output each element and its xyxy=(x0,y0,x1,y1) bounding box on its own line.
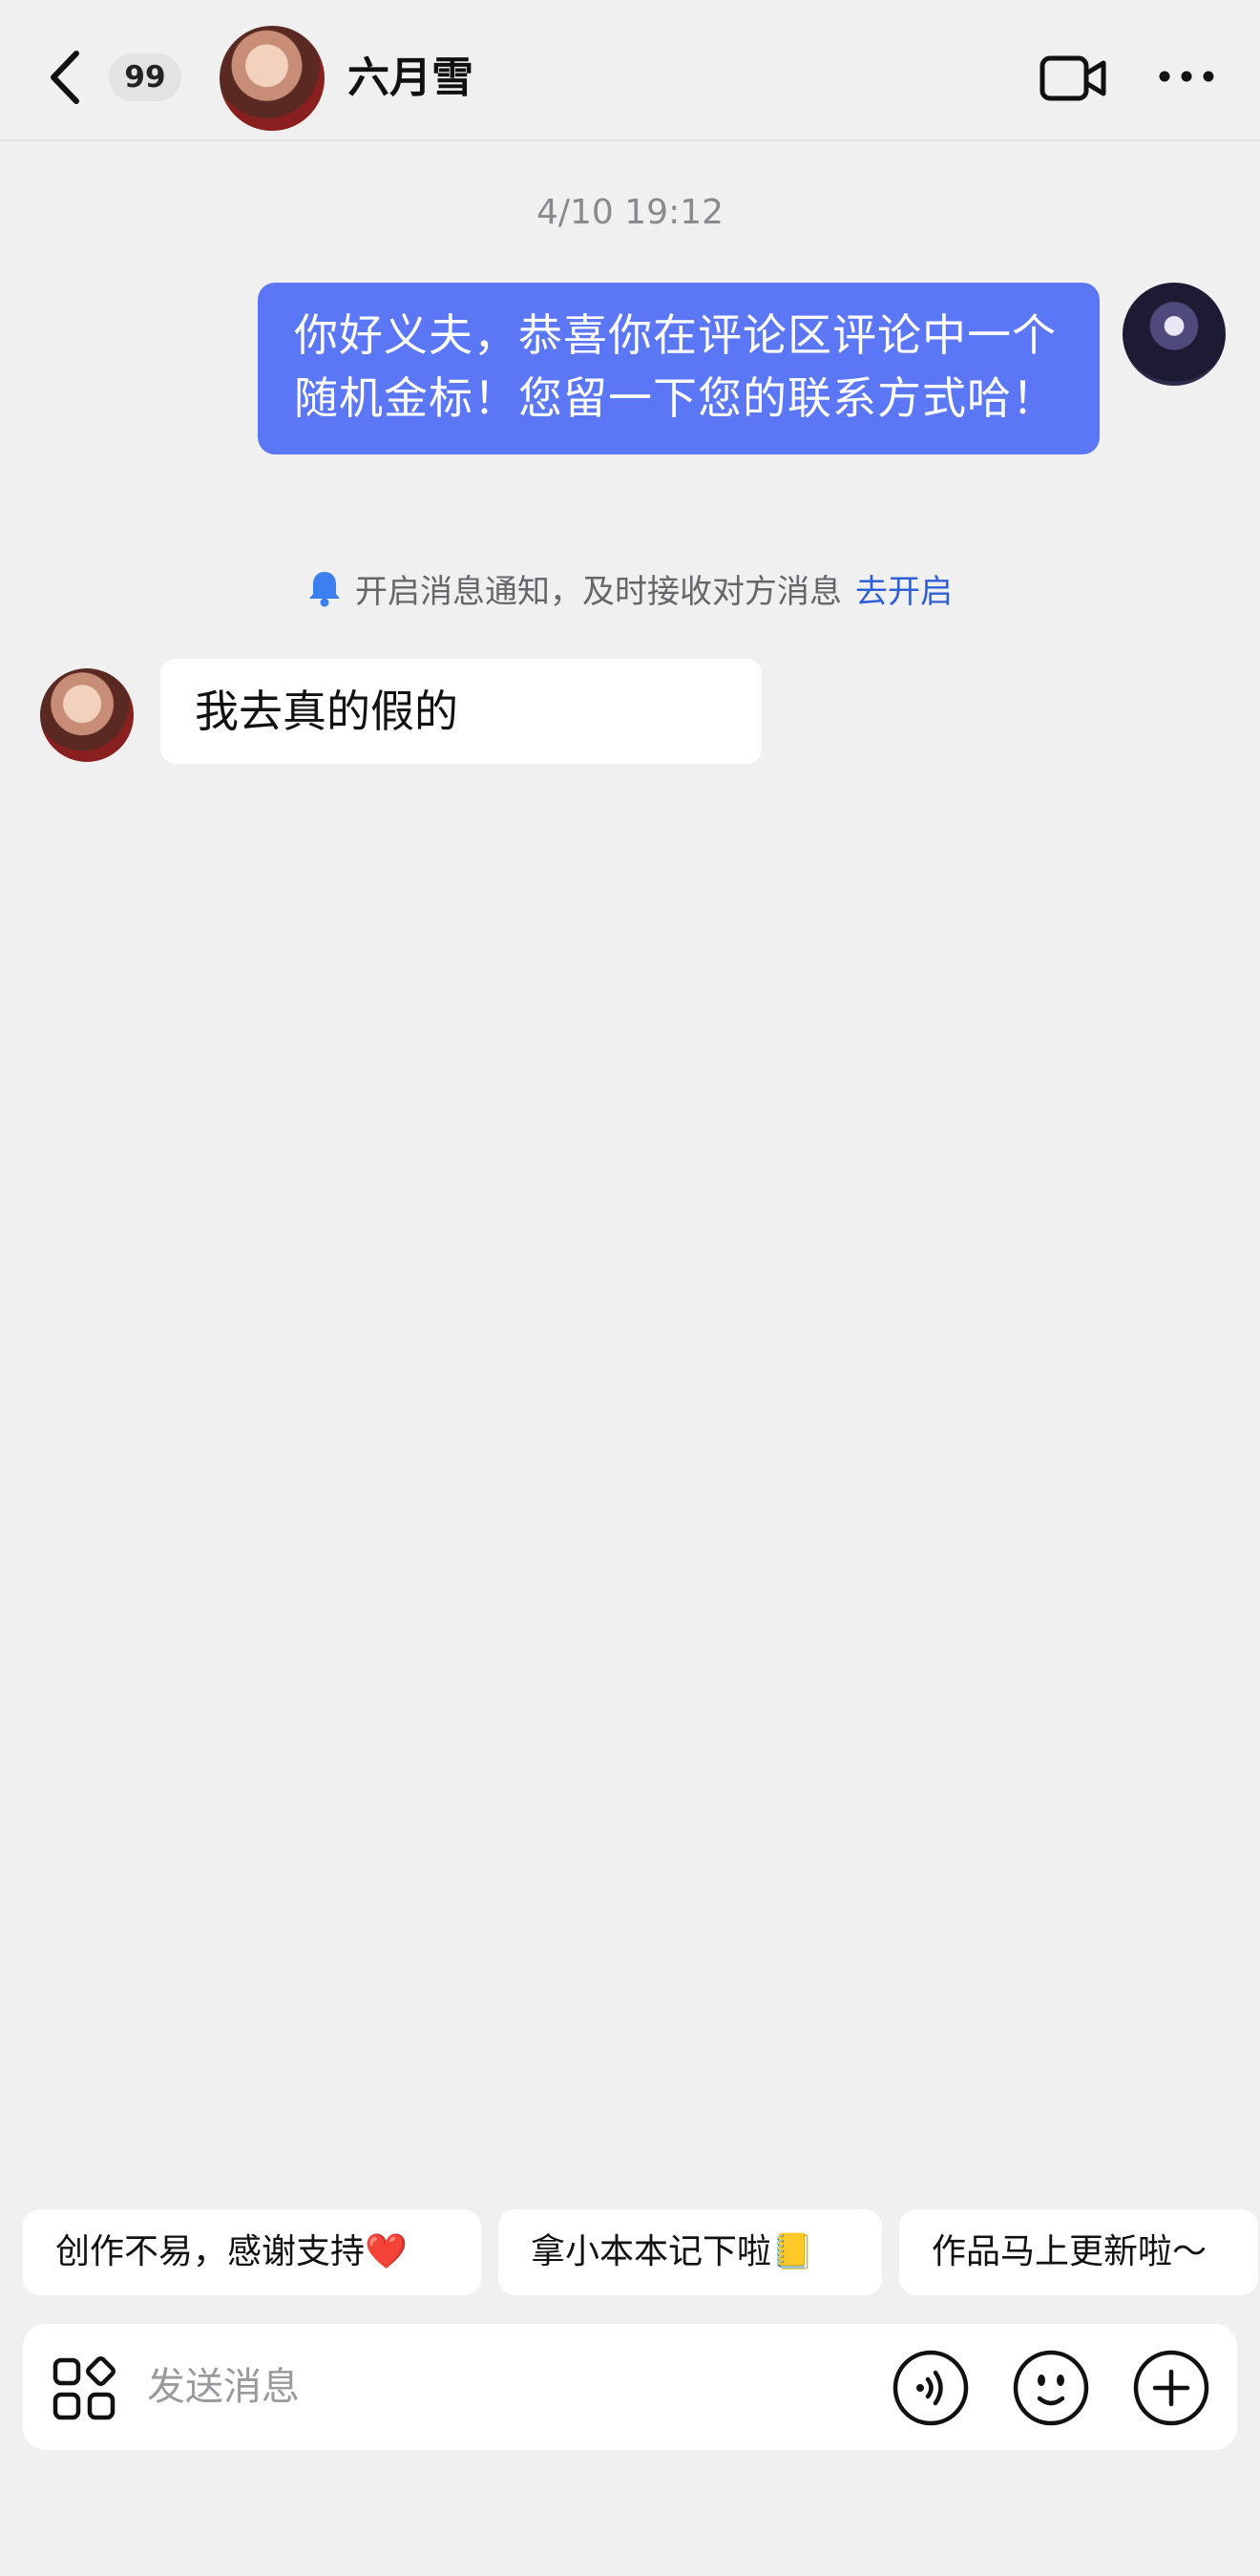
plus-icon xyxy=(1133,2350,1209,2426)
quick-reply-row: 创作不易，感谢支持❤️ 拿小本本记下啦📒 作品马上更新啦～ xyxy=(23,2209,1258,2295)
message-input[interactable] xyxy=(147,2353,767,2421)
video-camera-icon xyxy=(1040,55,1106,101)
unread-badge: 99 xyxy=(109,53,181,101)
quick-reply-chip[interactable]: 创作不易，感谢支持❤️ xyxy=(23,2209,481,2295)
chevron-left-icon xyxy=(51,51,79,104)
video-call-button[interactable] xyxy=(1039,54,1107,102)
notification-text: 开启消息通知，及时接收对方消息 xyxy=(355,572,842,611)
enable-notification-link[interactable]: 去开启 xyxy=(855,565,953,612)
outgoing-message-bubble[interactable]: 你好义夫，恭喜你在评论区评论中一个随机金标！您留一下您的联系方式哈！ xyxy=(258,283,1100,454)
voice-button[interactable] xyxy=(892,2349,970,2427)
chat-screen: 99 六月雪 4/10 19:12 你好义夫，恭喜你在评论区评论中一个随机金标！… xyxy=(0,0,1260,2576)
incoming-message-bubble[interactable]: 我去真的假的 xyxy=(160,659,762,764)
contact-name[interactable]: 六月雪 xyxy=(347,50,473,107)
message-timestamp: 4/10 19:12 xyxy=(536,193,724,232)
voice-icon xyxy=(892,2350,969,2426)
emoji-icon xyxy=(1013,2350,1089,2426)
emoji-button[interactable] xyxy=(1012,2349,1090,2427)
apps-grid-icon xyxy=(52,2356,116,2420)
contact-message-avatar[interactable] xyxy=(40,668,134,762)
notification-hint: 开启消息通知，及时接收对方消息 去开启 xyxy=(0,561,1260,615)
my-avatar[interactable] xyxy=(1123,283,1226,386)
bell-icon xyxy=(309,572,340,607)
quick-reply-chip[interactable]: 拿小本本记下啦📒 xyxy=(498,2209,882,2295)
plus-button[interactable] xyxy=(1132,2349,1210,2427)
apps-button[interactable] xyxy=(52,2356,116,2421)
back-button[interactable] xyxy=(42,48,90,107)
chat-header: 99 六月雪 xyxy=(0,0,1260,141)
message-composer xyxy=(23,2324,1237,2450)
quick-reply-chip[interactable]: 作品马上更新啦～ xyxy=(899,2209,1258,2295)
more-button[interactable] xyxy=(1157,67,1216,86)
contact-avatar[interactable] xyxy=(220,26,325,131)
more-dots-icon xyxy=(1159,71,1214,82)
